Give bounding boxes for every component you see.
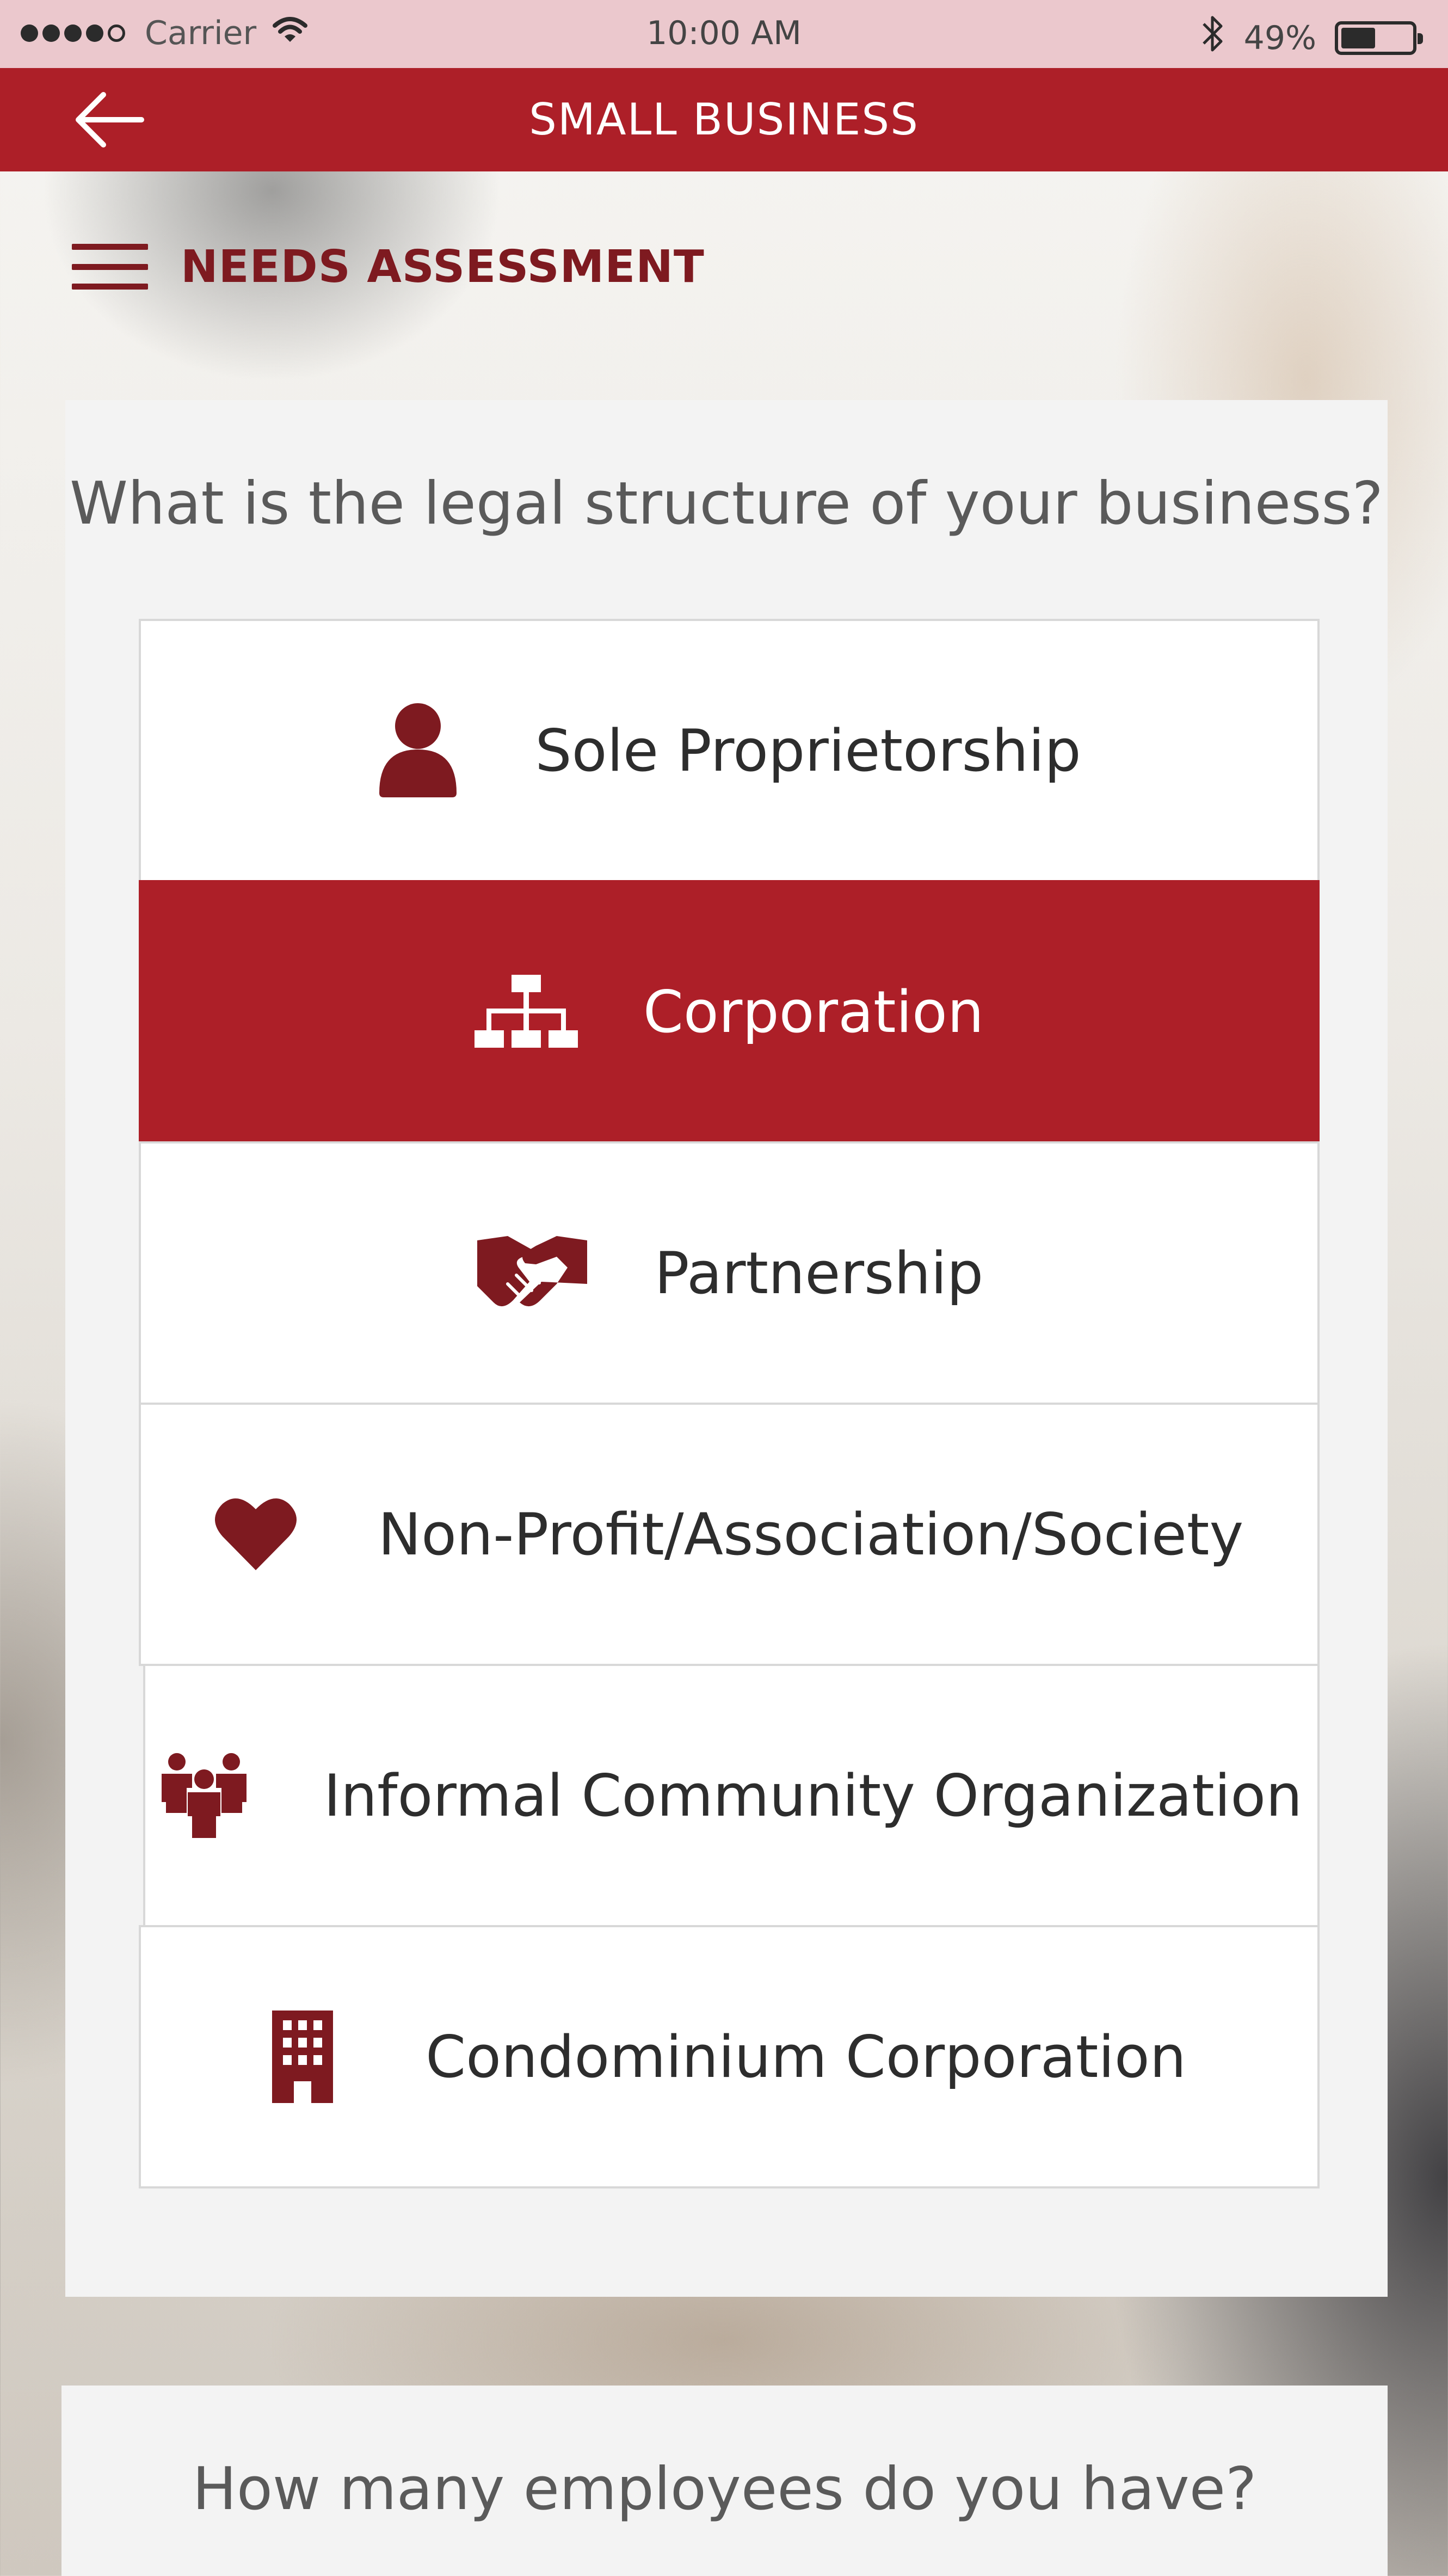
legal-structure-card: What is the legal structure of your busi… <box>65 400 1388 2297</box>
battery-percent: 49% <box>1243 19 1316 57</box>
bluetooth-icon <box>1200 12 1225 64</box>
battery-fill <box>1341 27 1375 48</box>
battery-icon <box>1335 21 1423 55</box>
option-informal-community[interactable]: Informal Community Organization <box>143 1664 1320 1927</box>
question-title: What is the legal structure of your busi… <box>70 470 1383 538</box>
building-icon <box>272 2011 334 2103</box>
option-condominium[interactable]: Condominium Corporation <box>139 1925 1320 2188</box>
handshake-icon <box>475 1229 589 1317</box>
employees-card: How many employees do you have? <box>61 2386 1388 2576</box>
option-label: Corporation <box>643 978 984 1046</box>
option-label: Sole Proprietorship <box>535 717 1081 784</box>
option-non-profit[interactable]: Non-Profit/Association/Society <box>139 1403 1320 1666</box>
option-label: Condominium Corporation <box>426 2023 1186 2091</box>
section-header: NEEDS ASSESSMENT <box>72 239 705 294</box>
hamburger-menu-icon[interactable] <box>72 239 148 294</box>
app-title: SMALL BUSINESS <box>529 94 919 145</box>
group-icon <box>161 1752 248 1839</box>
section-title: NEEDS ASSESSMENT <box>181 241 705 293</box>
option-label: Informal Community Organization <box>323 1762 1303 1829</box>
status-right: 49% <box>1200 12 1423 64</box>
person-icon <box>377 702 459 800</box>
option-corporation[interactable]: Corporation <box>139 880 1320 1143</box>
app-header: SMALL BUSINESS <box>0 68 1448 171</box>
option-sole-proprietorship[interactable]: Sole Proprietorship <box>139 619 1320 882</box>
option-partnership[interactable]: Partnership <box>139 1141 1320 1405</box>
status-bar: Carrier 10:00 AM 49% <box>0 0 1448 68</box>
option-label: Partnership <box>654 1239 984 1307</box>
heart-icon <box>214 1496 297 1572</box>
option-label: Non-Profit/Association/Society <box>378 1501 1244 1568</box>
org-chart-icon <box>474 974 578 1050</box>
question-title: How many employees do you have? <box>192 2455 1257 2523</box>
option-list: Sole Proprietorship Corporation Partners… <box>139 619 1320 2188</box>
